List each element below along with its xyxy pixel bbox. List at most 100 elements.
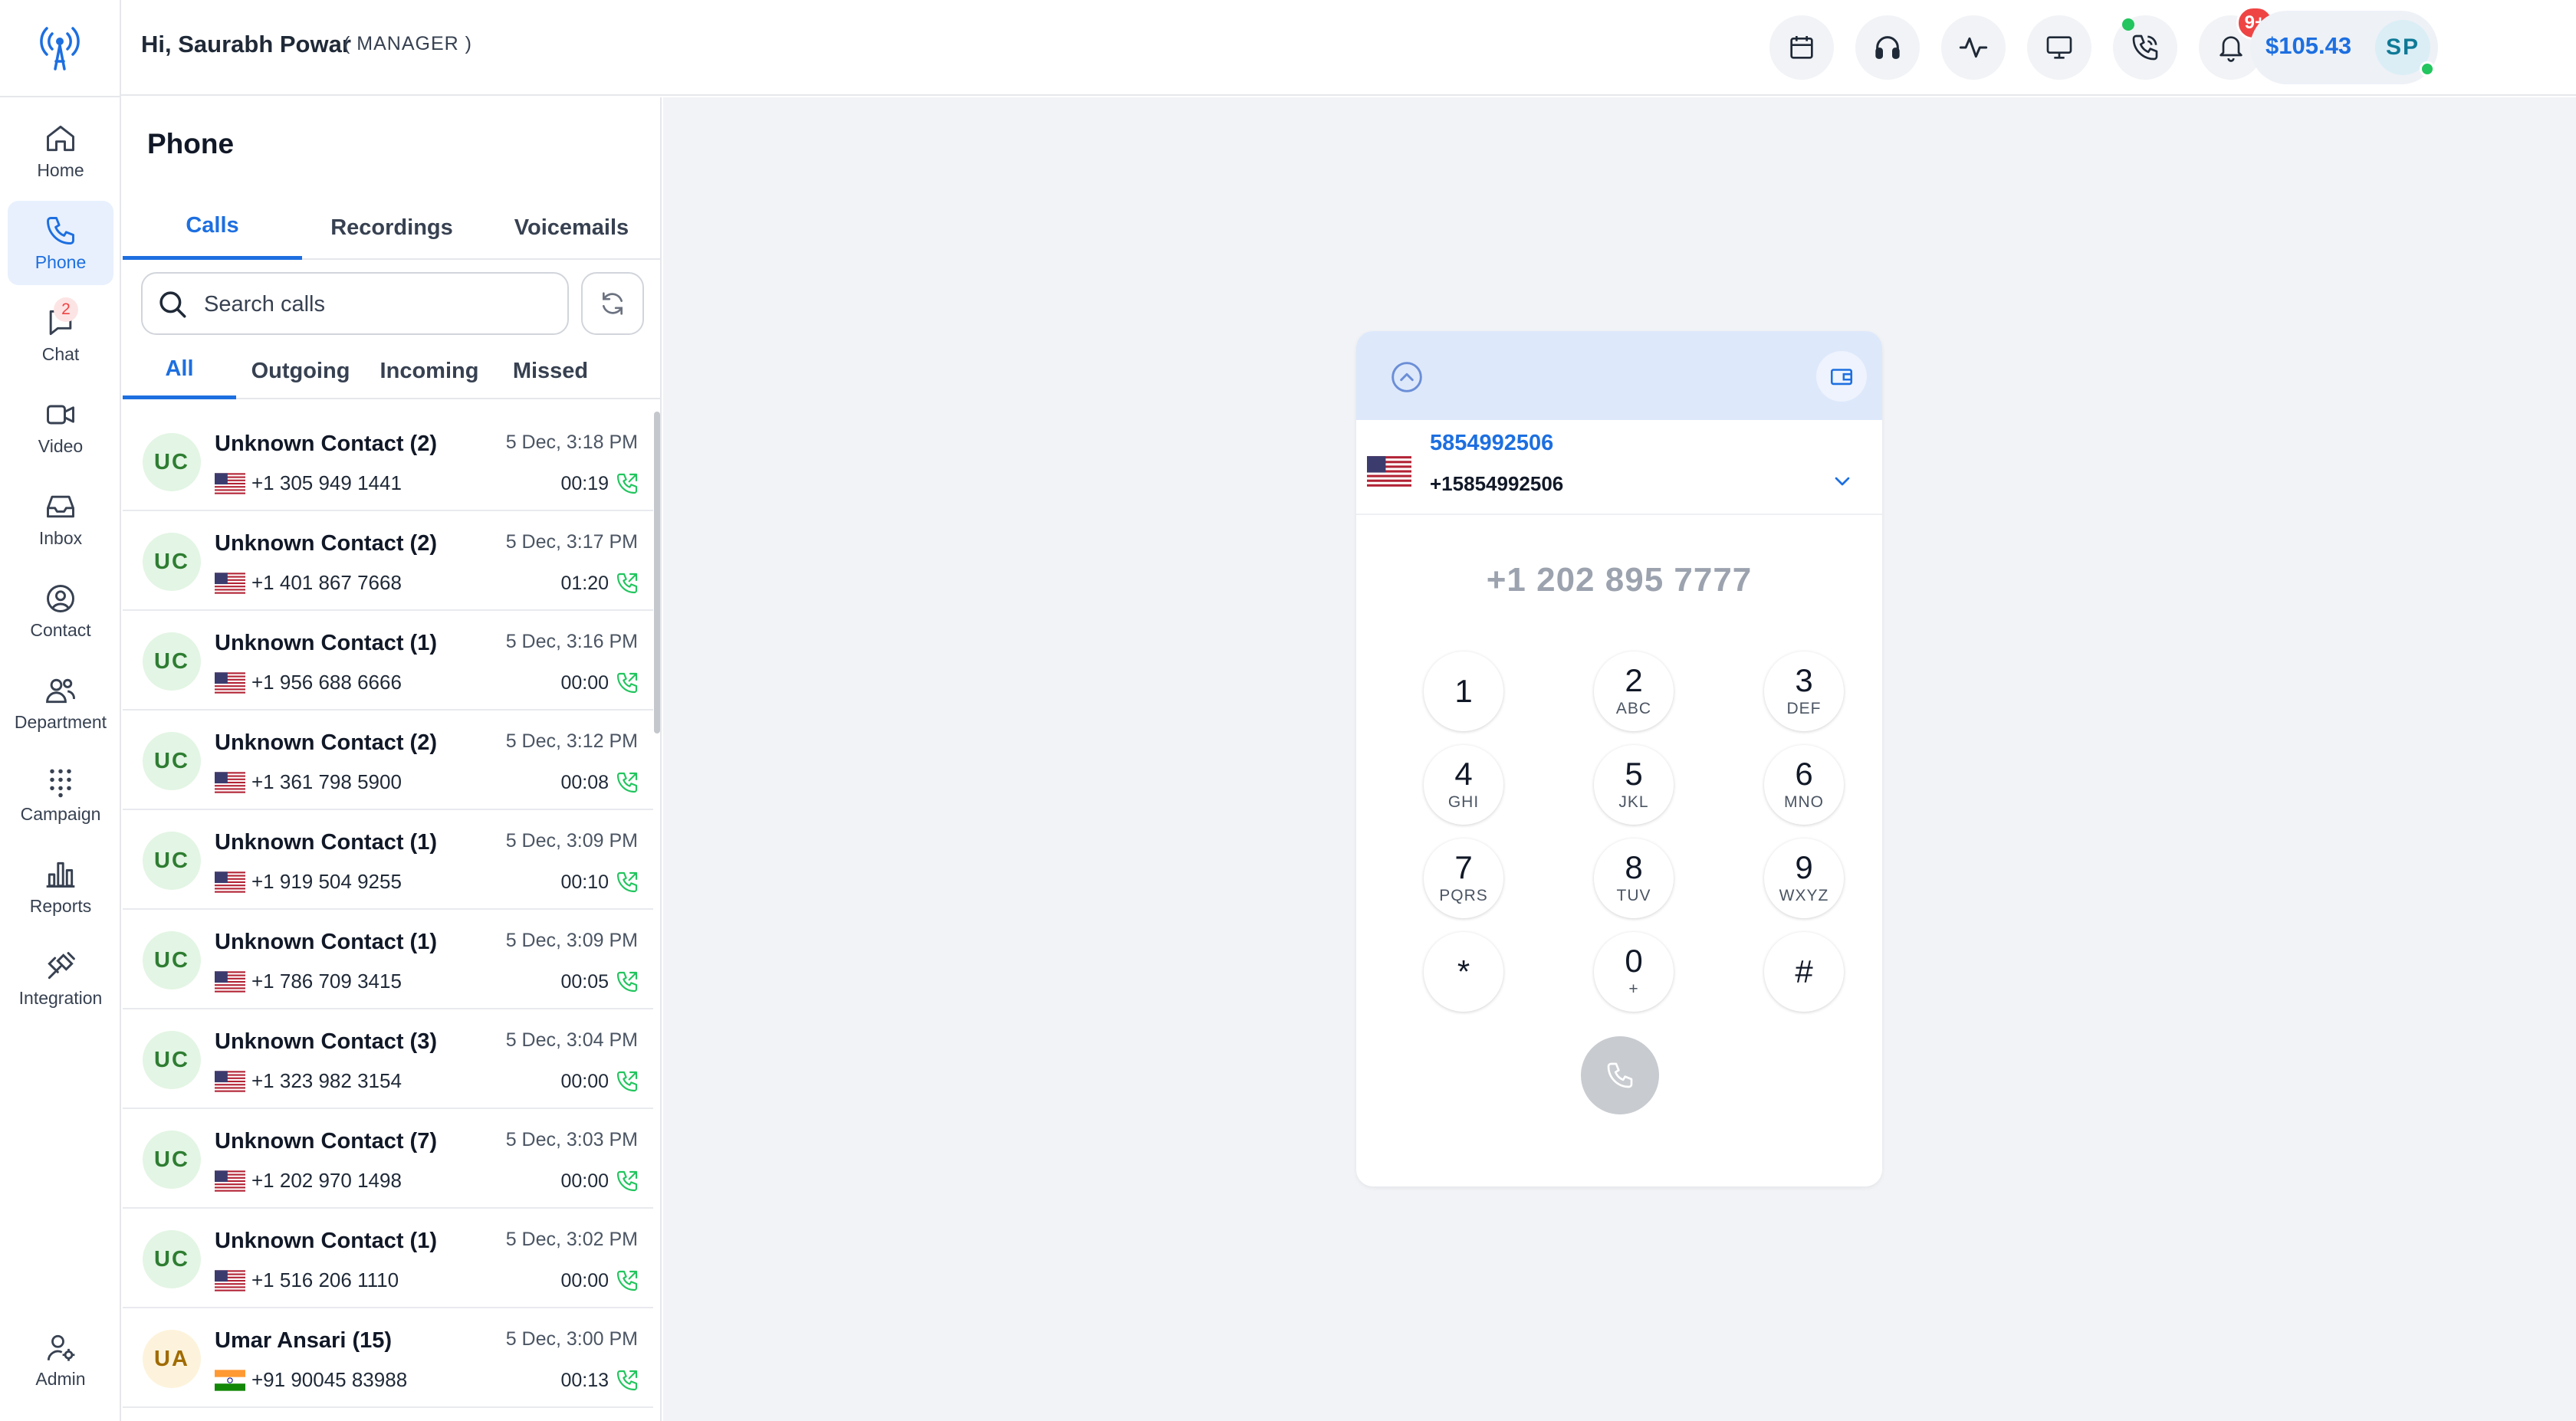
- caller-id-number: +15854992506: [1430, 472, 1564, 495]
- greeting-text: Hi, Saurabh Powar: [141, 31, 351, 57]
- call-timestamp: 5 Dec, 3:00 PM: [505, 1328, 638, 1350]
- outgoing-call-icon[interactable]: [615, 471, 639, 496]
- search-input[interactable]: [204, 287, 557, 321]
- tab-voicemails[interactable]: Voicemails: [481, 195, 662, 260]
- keypad-key[interactable]: 7 PQRS: [1424, 838, 1503, 918]
- phone-ringing-icon: [2132, 34, 2158, 61]
- keypad-key[interactable]: 9 WXYZ: [1764, 838, 1844, 918]
- wallet-icon: [1830, 369, 1853, 386]
- outgoing-call-icon[interactable]: [615, 1069, 639, 1094]
- screen-share-button[interactable]: [2027, 15, 2091, 80]
- call-row[interactable]: UC Unknown Contact (1) +1 956 688 6666 5 De…: [123, 611, 653, 710]
- dialed-number[interactable]: +1 202 895 7777: [1356, 561, 1882, 599]
- dialer-panel: 5854992506 +15854992506 +1 202 895 7777 …: [1356, 331, 1882, 1186]
- call-timestamp: 5 Dec, 3:09 PM: [505, 830, 638, 852]
- call-duration: 00:10: [560, 871, 609, 893]
- phone-tabs: Calls Recordings Voicemails: [123, 195, 662, 260]
- keypad-key[interactable]: #: [1764, 932, 1844, 1012]
- outgoing-call-icon[interactable]: [615, 1169, 639, 1193]
- us-flag-icon: [215, 1270, 245, 1291]
- india-flag-icon: [215, 1370, 245, 1391]
- nav-item-admin[interactable]: Admin: [8, 1318, 113, 1403]
- keypad-key[interactable]: 6 MNO: [1764, 745, 1844, 825]
- contact-name: Unknown Contact (1): [215, 1229, 437, 1253]
- page-title: Phone: [147, 128, 235, 159]
- tab-calls[interactable]: Calls: [123, 195, 302, 260]
- keypad-key[interactable]: *: [1424, 932, 1503, 1012]
- dial-keypad: 1 2 ABC 3 DEF 4 GHI 5 JKL 6 MNO 7 PQRS 8 TUV 9 WXYZ * 0 + #: [1410, 651, 1844, 1050]
- contact-name: Umar Ansari (15): [215, 1328, 393, 1353]
- video-icon: [47, 405, 74, 424]
- balance-pill[interactable]: $105.43 SP: [2250, 11, 2438, 84]
- contact-number: +1 516 206 1110: [251, 1268, 399, 1291]
- broadcast-logo-icon[interactable]: [32, 18, 87, 74]
- nav-item-video[interactable]: Video: [8, 385, 113, 469]
- key-digit: 8: [1625, 849, 1643, 885]
- keypad-key[interactable]: 3 DEF: [1764, 651, 1844, 731]
- nav-item-phone[interactable]: Phone: [8, 201, 113, 285]
- tab-recordings[interactable]: Recordings: [302, 195, 481, 260]
- call-row[interactable]: UC Unknown Contact (1) +1 516 206 1110 5 De…: [123, 1209, 653, 1308]
- outgoing-call-icon[interactable]: [615, 1268, 639, 1293]
- avatar-initials: SP: [2385, 34, 2420, 60]
- nav-item-home[interactable]: Home: [8, 109, 113, 193]
- calendar-button[interactable]: [1769, 15, 1834, 80]
- chevron-up-circle-icon[interactable]: [1390, 360, 1424, 394]
- call-row[interactable]: UC Unknown Contact (2) +1 305 949 1441 5 De…: [123, 412, 653, 511]
- keypad-key[interactable]: 1: [1424, 651, 1503, 731]
- outgoing-call-icon[interactable]: [615, 671, 639, 695]
- call-row[interactable]: UC Unknown Contact (2) +1 361 798 5900 5 De…: [123, 710, 653, 810]
- keypad-key[interactable]: 5 JKL: [1594, 745, 1674, 825]
- call-row[interactable]: UC Unknown Contact (7) +1 202 970 1498 5 De…: [123, 1109, 653, 1209]
- key-digit: 4: [1454, 756, 1473, 792]
- nav-item-department[interactable]: Department: [8, 661, 113, 745]
- call-row[interactable]: UC Unknown Contact (3) +1 323 982 3154 5 De…: [123, 1009, 653, 1109]
- account-balance: $105.43: [2266, 32, 2352, 59]
- outgoing-call-icon[interactable]: [615, 870, 639, 894]
- filter-all[interactable]: All: [123, 343, 236, 399]
- call-status-button[interactable]: [2113, 15, 2177, 80]
- keypad-key[interactable]: 4 GHI: [1424, 745, 1503, 825]
- keypad-key[interactable]: 8 TUV: [1594, 838, 1674, 918]
- outgoing-call-icon[interactable]: [615, 770, 639, 795]
- call-row[interactable]: UC Unknown Contact (1) +1 786 709 3415 5 De…: [123, 910, 653, 1009]
- contact-avatar: UC: [143, 1230, 201, 1288]
- us-flag-icon: [215, 473, 245, 494]
- nav-item-chat[interactable]: 2 Chat: [8, 293, 113, 377]
- key-letters: GHI: [1447, 793, 1480, 811]
- call-row[interactable]: UA Umar Ansari (15) +91 90045 83988 5 Dec, …: [123, 1308, 653, 1408]
- outgoing-call-icon[interactable]: [615, 571, 639, 596]
- user-avatar[interactable]: SP: [2375, 20, 2435, 77]
- headset-button[interactable]: [1855, 15, 1920, 80]
- call-button[interactable]: [1581, 1036, 1659, 1114]
- caller-id-selector[interactable]: 5854992506 +15854992506: [1356, 420, 1882, 515]
- nav-item-integration[interactable]: Integration: [8, 937, 113, 1021]
- contact-name: Unknown Contact (7): [215, 1129, 437, 1154]
- filter-missed[interactable]: Missed: [494, 343, 607, 399]
- call-row[interactable]: UC Unknown Contact (2) +1 401 867 7668 5 De…: [123, 511, 653, 611]
- call-row[interactable]: UC Unknown Contact (1) +1 919 504 9255 5 De…: [123, 810, 653, 910]
- nav-item-inbox[interactable]: Inbox: [8, 477, 113, 561]
- filter-outgoing[interactable]: Outgoing: [236, 343, 365, 399]
- top-header: Hi, Saurabh Powar ( MANAGER ) 9+ $105.43…: [121, 0, 2576, 96]
- chevron-down-icon[interactable]: [1830, 469, 1855, 494]
- nav-item-campaign[interactable]: Campaign: [8, 753, 113, 837]
- filter-incoming[interactable]: Incoming: [365, 343, 494, 399]
- us-flag-icon: [215, 1071, 245, 1092]
- refresh-button[interactable]: [581, 272, 644, 335]
- keypad-key[interactable]: 0 +: [1594, 932, 1674, 1012]
- outgoing-call-icon[interactable]: [615, 1368, 639, 1393]
- left-nav: Home Phone 2 Chat Video Inbox Contact De…: [0, 0, 121, 1421]
- call-duration: 00:00: [560, 1270, 609, 1291]
- inbox-icon: [47, 495, 74, 517]
- refresh-icon: [603, 292, 623, 315]
- key-letters: PQRS: [1439, 887, 1488, 904]
- call-list-scrollbar[interactable]: [654, 412, 660, 733]
- nav-item-reports[interactable]: Reports: [8, 845, 113, 929]
- nav-item-contact[interactable]: Contact: [8, 569, 113, 653]
- outgoing-call-icon[interactable]: [615, 970, 639, 994]
- headset-icon: [1875, 36, 1900, 59]
- wallet-button[interactable]: [1816, 351, 1867, 402]
- keypad-key[interactable]: 2 ABC: [1594, 651, 1674, 731]
- activity-button[interactable]: [1941, 15, 2006, 80]
